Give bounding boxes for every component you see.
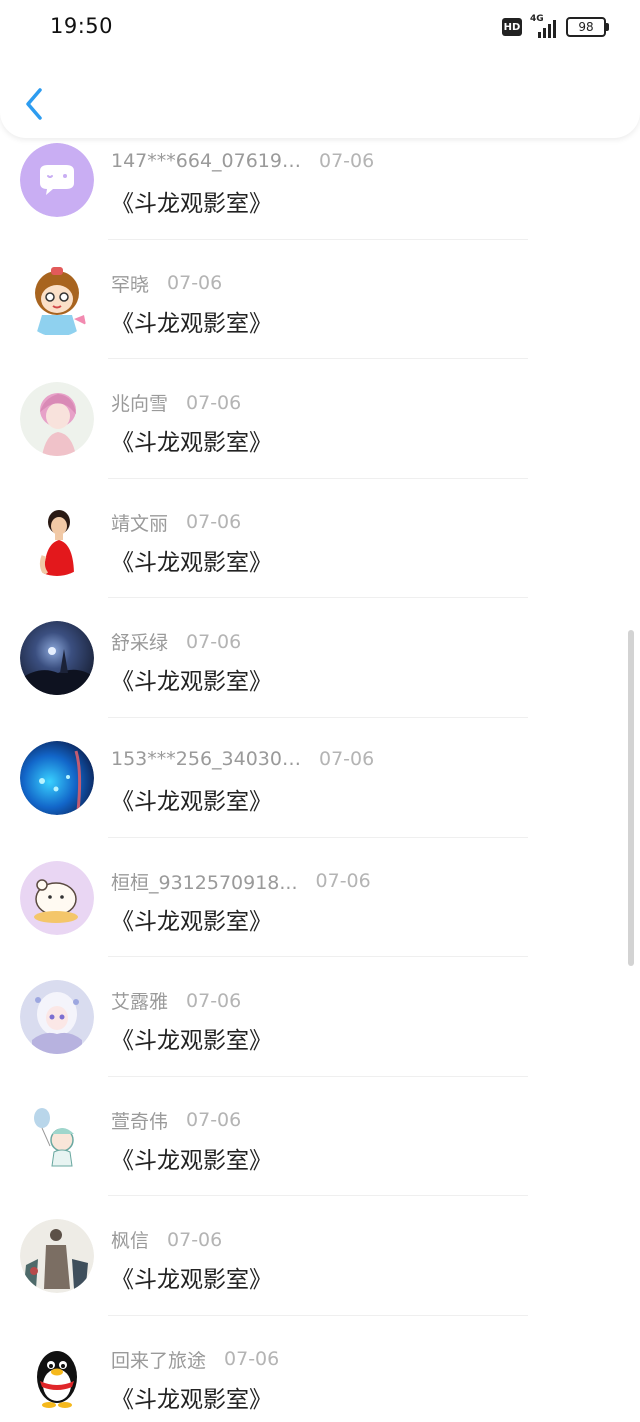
- list-item[interactable]: 153***256_340306... 07-06 《斗龙观影室》: [0, 718, 640, 838]
- user-name[interactable]: 147***664_076193...: [111, 150, 301, 172]
- battery-level: 98: [578, 20, 594, 34]
- comment-text: 《斗龙观影室》: [111, 1386, 272, 1413]
- user-name[interactable]: 枫信: [111, 1226, 149, 1253]
- list-item[interactable]: 桓桓_9312570918... 07-06 《斗龙观影室》: [0, 838, 640, 958]
- comment-date: 07-06: [186, 989, 242, 1012]
- comment-text: 《斗龙观影室》: [111, 1028, 272, 1055]
- user-name[interactable]: 萱奇伟: [111, 1107, 168, 1134]
- user-name[interactable]: 罕晓: [111, 270, 149, 297]
- cartoon-girl-avatar[interactable]: [20, 262, 94, 337]
- user-name[interactable]: 艾露雅: [111, 987, 168, 1014]
- anime-girl-avatar[interactable]: [20, 980, 94, 1055]
- comment-meta: 罕晓 07-06: [111, 270, 222, 297]
- night-sky-avatar[interactable]: [20, 621, 94, 696]
- comment-text: 《斗龙观影室》: [111, 191, 272, 217]
- comment-list: 147***664_076193... 07-06 《斗龙观影室》 罕晓 07-…: [0, 120, 640, 1422]
- list-item[interactable]: 艾露雅 07-06 《斗龙观影室》: [0, 957, 640, 1077]
- comment-date: 07-06: [319, 150, 375, 172]
- comment-text: 《斗龙观影室》: [111, 430, 272, 457]
- comment-date: 07-06: [167, 1228, 223, 1251]
- list-item[interactable]: 舒采绿 07-06 《斗龙观影室》: [0, 598, 640, 718]
- comment-date: 07-06: [224, 1348, 280, 1371]
- comment-date: 07-06: [186, 391, 242, 414]
- comment-meta: 舒采绿 07-06: [111, 628, 241, 655]
- user-name[interactable]: 153***256_340306...: [111, 748, 301, 770]
- comment-date: 07-06: [186, 511, 242, 534]
- comment-meta: 桓桓_9312570918... 07-06: [111, 868, 371, 895]
- list-item[interactable]: 靖文丽 07-06 《斗龙观影室》: [0, 479, 640, 599]
- hd-icon: HD: [502, 18, 522, 36]
- woman-red-dress-avatar[interactable]: [20, 501, 94, 576]
- list-item[interactable]: 回来了旅途 07-06 《斗龙观影室》: [0, 1316, 640, 1422]
- list-item[interactable]: 兆向雪 07-06 《斗龙观影室》: [0, 359, 640, 479]
- chat-bubble-icon[interactable]: [20, 143, 94, 217]
- scrollbar[interactable]: [628, 630, 634, 966]
- back-button[interactable]: [22, 84, 50, 124]
- blue-glow-avatar[interactable]: [20, 740, 94, 815]
- battery-icon: 98: [566, 17, 609, 37]
- user-name[interactable]: 回来了旅途: [111, 1346, 206, 1373]
- comment-date: 07-06: [186, 630, 242, 653]
- comment-text: 《斗龙观影室》: [111, 788, 272, 815]
- comment-meta: 艾露雅 07-06: [111, 987, 241, 1014]
- comment-date: 07-06: [186, 1109, 242, 1132]
- comment-text: 《斗龙观影室》: [111, 549, 272, 576]
- status-time: 19:50: [50, 14, 114, 38]
- list-item[interactable]: 罕晓 07-06 《斗龙观影室》: [0, 240, 640, 360]
- sketch-figures-avatar[interactable]: [20, 1219, 94, 1294]
- list-item[interactable]: 枫信 07-06 《斗龙观影室》: [0, 1196, 640, 1316]
- comment-meta: 153***256_340306... 07-06: [111, 748, 374, 770]
- comment-meta: 萱奇伟 07-06: [111, 1107, 241, 1134]
- comment-meta: 147***664_076193... 07-06: [111, 150, 374, 172]
- top-bar: 19:50 HD 4G 98: [0, 0, 640, 138]
- list-item[interactable]: 萱奇伟 07-06 《斗龙观影室》: [0, 1077, 640, 1197]
- user-name[interactable]: 靖文丽: [111, 509, 168, 536]
- pink-hair-girl-avatar[interactable]: [20, 382, 94, 457]
- cartoon-bear-avatar[interactable]: [20, 860, 94, 935]
- status-indicators: HD 4G 98: [502, 14, 609, 38]
- comment-date: 07-06: [167, 272, 223, 295]
- penguin-avatar[interactable]: [20, 1338, 94, 1413]
- comment-date: 07-06: [315, 870, 371, 893]
- comment-meta: 靖文丽 07-06: [111, 509, 241, 536]
- signal-icon: 4G: [530, 14, 558, 38]
- user-name[interactable]: 桓桓_9312570918...: [111, 868, 298, 895]
- balloon-boy-avatar[interactable]: [20, 1099, 94, 1174]
- comment-meta: 回来了旅途 07-06: [111, 1346, 279, 1373]
- comment-text: 《斗龙观影室》: [111, 669, 272, 696]
- comment-text: 《斗龙观影室》: [111, 1147, 272, 1174]
- comment-text: 《斗龙观影室》: [111, 310, 272, 337]
- chevron-left-icon: [26, 88, 42, 120]
- user-name[interactable]: 兆向雪: [111, 389, 168, 416]
- user-name[interactable]: 舒采绿: [111, 628, 168, 655]
- comment-meta: 兆向雪 07-06: [111, 389, 241, 416]
- comment-meta: 枫信 07-06: [111, 1226, 222, 1253]
- comment-text: 《斗龙观影室》: [111, 1267, 272, 1294]
- comment-list-screen: 19:50 HD 4G 98 147***664_076193... 07-06…: [0, 0, 640, 1422]
- comment-date: 07-06: [319, 747, 375, 770]
- comment-text: 《斗龙观影室》: [111, 908, 272, 935]
